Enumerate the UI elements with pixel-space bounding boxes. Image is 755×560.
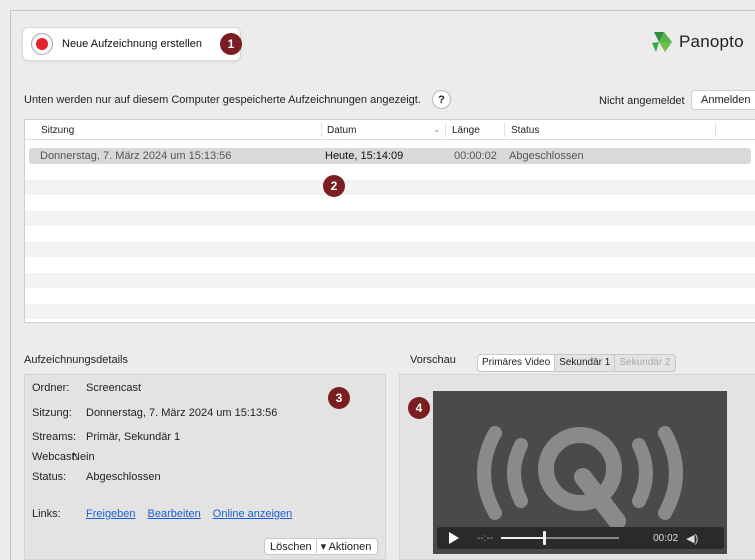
column-header-session[interactable]: Sitzung: [41, 125, 74, 136]
table-row-empty: [25, 303, 755, 319]
table-header: Sitzung Datum ⌄ Länge Status: [25, 120, 755, 140]
table-row-empty: [25, 272, 755, 288]
cell-session: Donnerstag, 7. März 2024 um 15:13:56: [40, 150, 232, 162]
table-row-empty: [25, 226, 755, 242]
seek-slider[interactable]: [501, 531, 620, 545]
cell-status: Abgeschlossen: [509, 150, 584, 162]
table-row-empty: [25, 195, 755, 211]
new-recording-button[interactable]: Neue Aufzeichnung erstellen: [22, 27, 241, 61]
delete-button[interactable]: Löschen: [265, 541, 312, 553]
play-icon[interactable]: [449, 532, 459, 544]
sort-chevron-down-icon: ⌄: [433, 124, 441, 134]
column-header-status[interactable]: Status: [511, 125, 539, 136]
help-button[interactable]: ?: [432, 90, 451, 109]
brand: Panopto: [650, 31, 744, 53]
time-total: 00:02: [653, 532, 679, 544]
panopto-logo-icon: [652, 32, 672, 52]
dropdown-arrow-icon: ▾: [320, 541, 327, 553]
preview-tabs: Primäres Video Sekundär 1 Sekundär 2: [477, 354, 676, 372]
table-row-empty: [25, 179, 755, 195]
time-elapsed: --:--: [477, 532, 494, 544]
table-row-empty: [25, 210, 755, 226]
tab-primary-video[interactable]: Primäres Video: [478, 355, 556, 371]
step-marker-1: 1: [220, 33, 242, 55]
detail-links: Links: Freigeben Bearbeiten Online anzei…: [32, 508, 293, 520]
seek-handle[interactable]: [543, 531, 547, 545]
table-row-empty: [25, 257, 755, 273]
actions-button-group: Löschen ▾ Aktionen: [264, 538, 378, 555]
detail-streams: Streams: Primär, Sekundär 1: [32, 431, 181, 443]
edit-link[interactable]: Bearbeiten: [148, 508, 201, 520]
detail-status: Status: Abgeschlossen: [32, 471, 161, 483]
recordings-table: Sitzung Datum ⌄ Länge Status Donnerstag,…: [24, 119, 755, 323]
detail-folder: Ordner: Screencast: [32, 382, 142, 394]
record-icon: [31, 33, 53, 55]
step-marker-4: 4: [408, 397, 430, 419]
step-marker-2: 2: [323, 175, 345, 197]
preview-label: Vorschau: [410, 354, 456, 366]
detail-webcast: Webcast: Nein: [32, 451, 95, 463]
step-marker-3: 3: [328, 387, 350, 409]
view-online-link[interactable]: Online anzeigen: [213, 508, 293, 520]
details-label: Aufzeichnungsdetails: [24, 354, 128, 366]
login-button[interactable]: Anmelden: [691, 90, 755, 110]
actions-dropdown[interactable]: ▾ Aktionen: [321, 540, 372, 553]
table-row-empty: [25, 288, 755, 304]
video-controls: --:-- 00:02 ◀): [437, 527, 724, 549]
column-header-length[interactable]: Länge: [452, 125, 480, 136]
cell-length: 00:00:02: [454, 150, 497, 162]
table-row-empty: [25, 164, 755, 180]
login-status: Nicht angemeldet: [599, 95, 685, 107]
tab-secondary-1[interactable]: Sekundär 1: [555, 355, 616, 371]
info-text: Unten werden nur auf diesem Computer ges…: [24, 94, 421, 106]
column-header-date[interactable]: Datum: [327, 125, 356, 136]
brand-name: Panopto: [679, 32, 744, 51]
volume-icon[interactable]: ◀): [686, 532, 698, 545]
table-row[interactable]: Donnerstag, 7. März 2024 um 15:13:56 Heu…: [29, 148, 751, 164]
new-recording-label: Neue Aufzeichnung erstellen: [62, 38, 203, 50]
tab-secondary-2[interactable]: Sekundär 2: [615, 355, 674, 371]
cell-date: Heute, 15:14:09: [325, 150, 404, 162]
table-row-empty: [25, 241, 755, 257]
detail-session: Sitzung: Donnerstag, 7. März 2024 um 15:1…: [32, 407, 278, 419]
share-link[interactable]: Freigeben: [86, 508, 136, 520]
